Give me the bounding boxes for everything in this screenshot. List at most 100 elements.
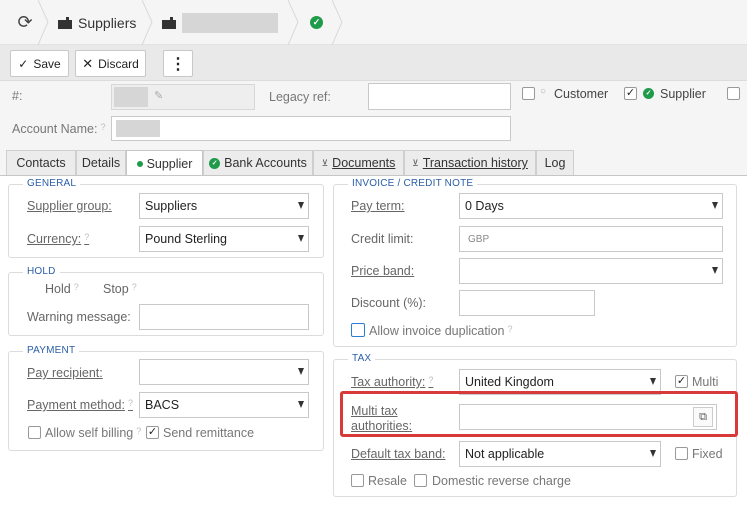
dropdown-arrow-icon (712, 202, 718, 209)
extra-role-checkbox[interactable] (727, 87, 740, 100)
tab-details[interactable]: Details (76, 150, 126, 175)
edit-pencil-icon[interactable]: ✎ (154, 89, 163, 102)
tab-transaction-history[interactable]: ⊻ Transaction history (404, 150, 536, 175)
hold-label: Hold? (45, 282, 79, 296)
allow-self-billing-checkbox[interactable] (28, 426, 41, 439)
account-name-input[interactable] (111, 116, 511, 141)
customer-checkbox[interactable] (522, 87, 535, 100)
fixed-label: Fixed (692, 447, 723, 461)
resale-checkbox[interactable] (351, 474, 364, 487)
credit-limit-input[interactable]: GBP (459, 226, 723, 252)
breadcrumb-suppliers[interactable]: Suppliers (58, 0, 136, 45)
currency-label[interactable]: Currency:? (27, 232, 89, 246)
resale-label: Resale (368, 474, 407, 488)
help-icon: ? (73, 282, 79, 292)
tab-bank-accounts[interactable]: ✓ Bank Accounts (203, 150, 313, 175)
discard-button[interactable]: ✕ Discard (75, 50, 146, 77)
tab-label: Bank Accounts (224, 156, 307, 170)
supplier-group-value: Suppliers (145, 199, 198, 213)
breadcrumb-record[interactable] (162, 0, 278, 45)
redacted-number (114, 87, 148, 107)
breadcrumb-separator (332, 0, 343, 45)
discard-label: Discard (98, 56, 139, 71)
pay-recipient-select[interactable] (139, 359, 309, 385)
allow-invoice-duplication-checkbox[interactable] (351, 323, 365, 337)
general-title: GENERAL (23, 178, 81, 189)
dropdown-arrow-icon (298, 202, 304, 209)
currency-select[interactable]: Pound Sterling (139, 226, 309, 252)
allow-invoice-duplication-label: Allow invoice duplication? (369, 324, 513, 338)
legacy-ref-label: Legacy ref: (269, 90, 331, 104)
tab-label: Supplier (146, 156, 193, 171)
currency-value: Pound Sterling (145, 232, 228, 246)
tax-authority-label[interactable]: Tax authority:? (351, 375, 433, 389)
invoice-title: INVOICE / CREDIT NOTE (348, 178, 478, 189)
domestic-reverse-charge-checkbox[interactable] (414, 474, 427, 487)
send-remittance-label: Send remittance (163, 426, 255, 440)
refresh-icon[interactable]: ⟳ (14, 0, 36, 45)
redacted-account-name (116, 120, 160, 137)
supplier-checkbox[interactable] (624, 87, 637, 100)
tab-supplier[interactable]: Supplier (126, 150, 203, 176)
save-button[interactable]: ✓ Save (10, 50, 69, 77)
default-tax-band-value: Not applicable (465, 447, 545, 461)
dropdown-arrow-icon (298, 368, 304, 375)
credit-limit-label: Credit limit: (351, 232, 414, 246)
breadcrumb-bar: ⟳ Suppliers ✓ (0, 0, 747, 45)
pay-term-value: 0 Days (465, 199, 504, 213)
highlight-box (340, 391, 738, 437)
help-icon: ? (131, 282, 137, 292)
send-remittance-checkbox[interactable] (146, 426, 159, 439)
help-icon: ? (127, 398, 133, 408)
payment-method-label[interactable]: Payment method:? (27, 398, 133, 412)
more-options-button[interactable]: ⋮ (163, 50, 193, 77)
dropdown-arrow-icon (650, 378, 656, 385)
dropdown-arrow-icon (712, 267, 718, 274)
payment-method-select[interactable]: BACS (139, 392, 309, 418)
allow-self-billing-label: Allow self billing? (45, 426, 142, 440)
supplier-group-select[interactable]: Suppliers (139, 193, 309, 219)
tab-label: Documents (332, 156, 396, 170)
breadcrumb-separator (142, 0, 153, 45)
fixed-checkbox[interactable] (675, 447, 688, 460)
number-label: #: (12, 89, 23, 103)
tab-contacts[interactable]: Contacts (6, 150, 76, 175)
tax-title: TAX (348, 353, 376, 364)
help-icon: ? (507, 324, 513, 334)
more-icon: ⋮ (170, 55, 186, 73)
pay-term-label[interactable]: Pay term: (351, 199, 405, 213)
stop-label: Stop? (103, 282, 137, 296)
legacy-ref-input[interactable] (368, 83, 511, 110)
warning-message-input[interactable] (139, 304, 309, 330)
pay-term-select[interactable]: 0 Days (459, 193, 723, 219)
multi-checkbox[interactable] (675, 375, 688, 388)
filter-icon: ⊻ (412, 157, 419, 168)
check-icon: ✓ (18, 56, 29, 71)
tab-label: Details (81, 156, 121, 170)
account-name-label: Account Name:? (12, 122, 106, 136)
number-field: ✎ (111, 84, 255, 110)
pay-recipient-label[interactable]: Pay recipient: (27, 366, 103, 380)
hold-title: HOLD (23, 266, 60, 277)
domestic-reverse-charge-label: Domestic reverse charge (432, 474, 571, 488)
default-tax-band-select[interactable]: Not applicable (459, 441, 661, 467)
dropdown-arrow-icon (650, 450, 656, 457)
close-icon: ✕ (82, 55, 94, 71)
price-band-label[interactable]: Price band: (351, 264, 414, 278)
tab-label: Transaction history (422, 156, 528, 170)
tax-authority-value: United Kingdom (465, 375, 554, 389)
price-band-select[interactable] (459, 258, 723, 284)
supplier-group-label[interactable]: Supplier group: (27, 199, 112, 213)
tab-log[interactable]: Log (536, 150, 574, 175)
redacted-record-name (182, 12, 278, 33)
multi-label: Multi (692, 375, 719, 389)
breadcrumb-suppliers-label: Suppliers (78, 14, 137, 31)
check-circle-icon: ✓ (310, 16, 323, 29)
tab-documents[interactable]: ⊻ Documents (313, 150, 404, 175)
default-tax-band-label[interactable]: Default tax band: (351, 447, 446, 461)
check-circle-icon: ✓ (209, 157, 221, 169)
payment-method-value: BACS (145, 398, 180, 412)
help-icon: ? (84, 232, 90, 242)
discount-input[interactable] (459, 290, 595, 316)
breadcrumb-status[interactable]: ✓ (310, 0, 323, 45)
